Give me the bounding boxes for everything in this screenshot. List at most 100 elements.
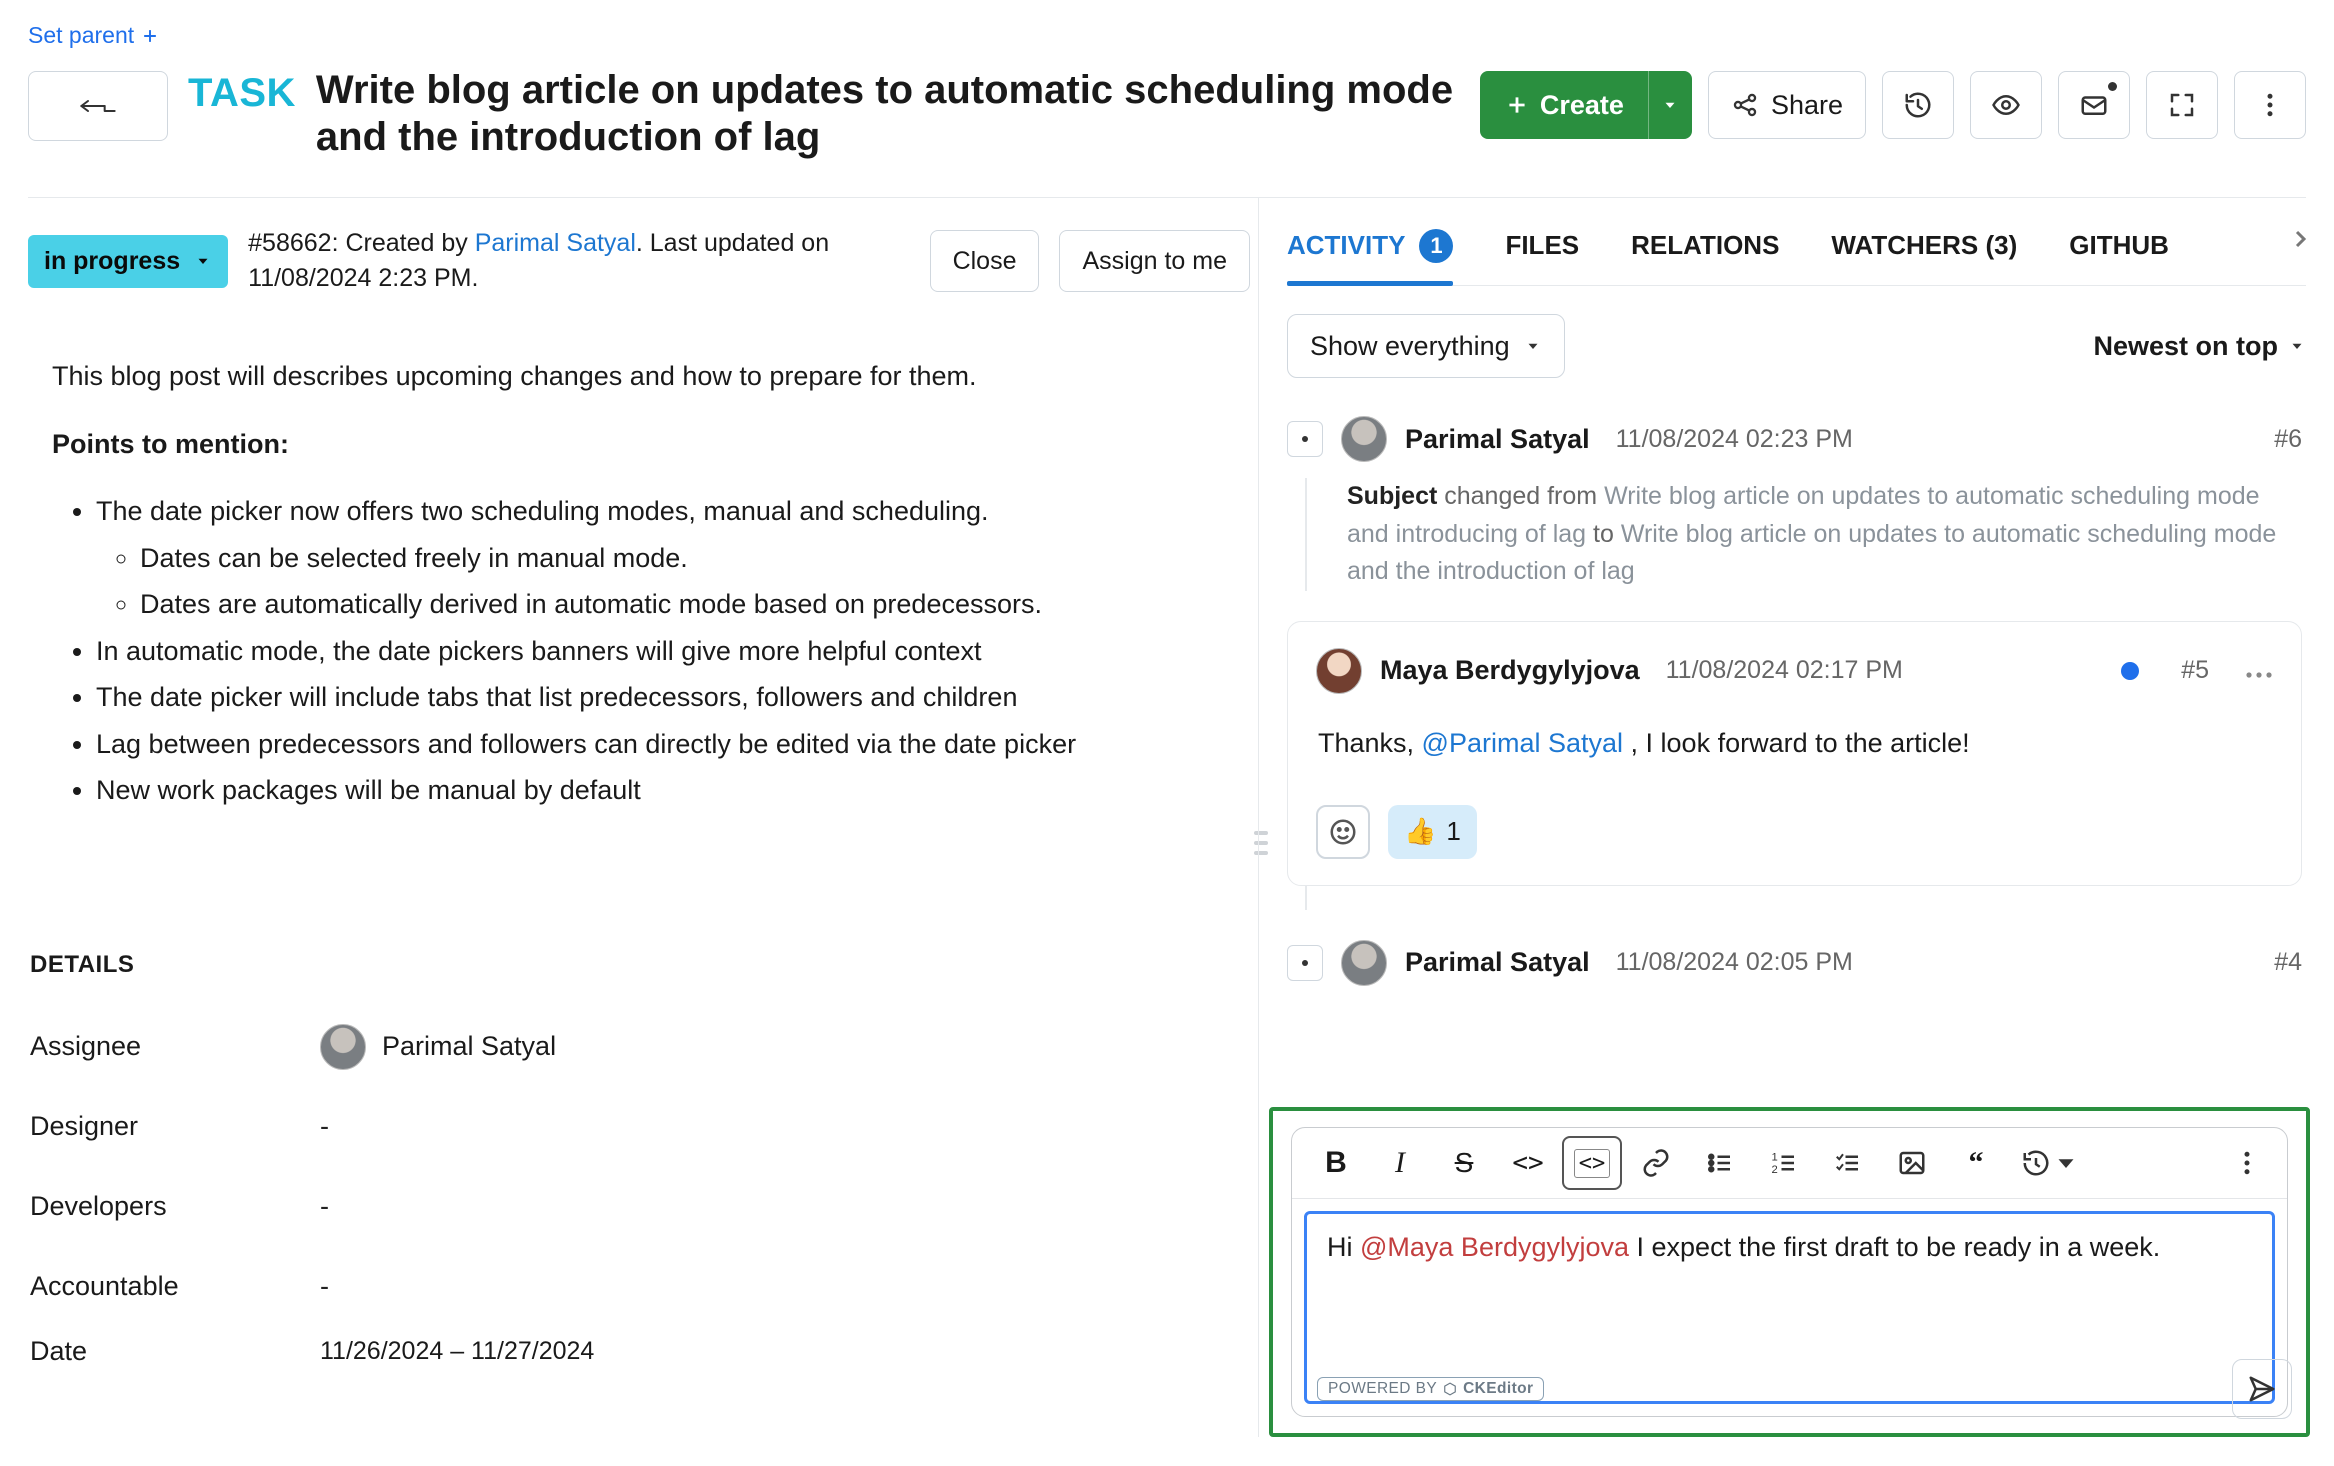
chevron-down-icon [194, 252, 212, 270]
share-label: Share [1771, 90, 1843, 121]
send-button[interactable] [2232, 1359, 2292, 1419]
quote-button[interactable]: “ [1948, 1138, 2004, 1188]
task-type-label: TASK [188, 71, 296, 116]
send-icon [2247, 1374, 2277, 1404]
designer-value[interactable]: - [320, 1111, 329, 1142]
share-button[interactable]: Share [1708, 71, 1866, 139]
activity-num[interactable]: #4 [2274, 948, 2302, 977]
create-button[interactable]: Create [1480, 71, 1692, 139]
link-button[interactable] [1628, 1138, 1684, 1188]
status-dropdown[interactable]: in progress [28, 235, 228, 288]
bold-button[interactable]: B [1308, 1138, 1364, 1188]
activity-sort-label: Newest on top [2093, 331, 2278, 362]
meta-id-created: #58662: Created by [248, 229, 475, 257]
activity-author[interactable]: Parimal Satyal [1405, 947, 1590, 978]
bullet: Dates can be selected freely in manual m… [140, 538, 1234, 579]
unread-dot-icon [2108, 82, 2117, 91]
history-dropdown-button[interactable] [2012, 1138, 2090, 1188]
accountable-label: Accountable [30, 1271, 320, 1302]
developers-value[interactable]: - [320, 1191, 329, 1222]
comment-more-button[interactable] [2245, 655, 2273, 687]
history-button[interactable] [1882, 71, 1954, 139]
set-parent-link[interactable]: Set parent [28, 0, 2306, 57]
activity-num[interactable]: #6 [2274, 425, 2302, 454]
bullet: The date picker now offers two schedulin… [96, 491, 1234, 532]
developers-label: Developers [30, 1191, 320, 1222]
change-icon [1287, 421, 1323, 457]
tab-github[interactable]: GITHUB [2069, 206, 2169, 285]
date-value[interactable]: 11/26/2024 – 11/27/2024 [320, 1337, 594, 1366]
mention[interactable]: @Maya Berdygylyjova [1360, 1232, 1629, 1262]
list-bullet-icon [1705, 1148, 1735, 1178]
bullet-list-button[interactable] [1692, 1138, 1748, 1188]
comment-input[interactable]: Hi @Maya Berdygylyjova I expect the firs… [1304, 1211, 2275, 1404]
tabs-scroll-right[interactable] [2288, 227, 2312, 257]
list-task-icon [1833, 1148, 1863, 1178]
activity-filter-label: Show everything [1310, 331, 1510, 362]
back-button[interactable] [28, 71, 168, 141]
close-button[interactable]: Close [930, 230, 1040, 292]
assignee-name: Parimal Satyal [382, 1031, 556, 1062]
share-icon [1731, 91, 1759, 119]
watch-button[interactable] [1970, 71, 2042, 139]
activity-ts: 11/08/2024 02:23 PM [1616, 425, 1853, 454]
toolbar-more-button[interactable] [2219, 1138, 2275, 1188]
tab-files[interactable]: FILES [1505, 206, 1579, 285]
chevron-right-icon [2288, 227, 2312, 251]
kebab-icon [2232, 1148, 2262, 1178]
activity-sort-dropdown[interactable]: Newest on top [2093, 331, 2306, 362]
comment-card: Maya Berdygylyjova 11/08/2024 02:17 PM #… [1287, 621, 2302, 886]
activity-badge: 1 [1419, 229, 1453, 263]
tab-activity[interactable]: ACTIVITY 1 [1287, 206, 1453, 285]
create-label: Create [1540, 90, 1624, 121]
avatar [1341, 416, 1387, 462]
more-button[interactable] [2234, 71, 2306, 139]
add-reaction-button[interactable] [1316, 805, 1370, 859]
assign-to-me-button[interactable]: Assign to me [1059, 230, 1250, 292]
avatar [320, 1024, 366, 1070]
date-label: Date [30, 1336, 320, 1367]
ordered-list-button[interactable]: 12 [1756, 1138, 1812, 1188]
powered-by-label: POWERED BY [1328, 1380, 1437, 1398]
smile-icon [1328, 817, 1358, 847]
back-arrow-icon [78, 92, 118, 120]
list-ordered-icon: 12 [1769, 1148, 1799, 1178]
assignee-label: Assignee [30, 1031, 320, 1062]
mention[interactable]: @Parimal Satyal [1422, 728, 1623, 758]
history-icon [1903, 90, 1933, 120]
description[interactable]: This blog post will describes upcoming c… [28, 296, 1250, 811]
thumbs-up-icon: 👍 [1404, 816, 1436, 847]
image-icon [1897, 1148, 1927, 1178]
mark-read-button[interactable] [2058, 71, 2130, 139]
tab-watchers[interactable]: WATCHERS (3) [1831, 206, 2017, 285]
accountable-value[interactable]: - [320, 1271, 329, 1302]
task-title[interactable]: Write blog article on updates to automat… [316, 67, 1460, 161]
ckeditor-logo-icon [1443, 1382, 1457, 1396]
reaction-chip[interactable]: 👍 1 [1388, 805, 1477, 859]
activity-ts: 11/08/2024 02:17 PM [1666, 656, 1903, 685]
create-caret[interactable] [1648, 71, 1692, 139]
activity-author[interactable]: Parimal Satyal [1405, 424, 1590, 455]
task-list-button[interactable] [1820, 1138, 1876, 1188]
activity-author[interactable]: Maya Berdygylyjova [1380, 655, 1640, 686]
image-button[interactable] [1884, 1138, 1940, 1188]
kebab-icon [2255, 90, 2285, 120]
designer-label: Designer [30, 1111, 320, 1142]
bullet: Dates are automatically derived in autom… [140, 584, 1234, 625]
fullscreen-button[interactable] [2146, 71, 2218, 139]
italic-button[interactable]: I [1372, 1138, 1428, 1188]
reaction-count: 1 [1446, 816, 1460, 847]
eye-icon [1991, 90, 2021, 120]
codeblock-button[interactable]: <> [1564, 1138, 1620, 1188]
code-button[interactable]: <> [1500, 1138, 1556, 1188]
powered-by-brand: CKEditor [1463, 1380, 1533, 1398]
assignee-value[interactable]: Parimal Satyal [320, 1024, 556, 1070]
status-value: in progress [44, 247, 180, 276]
activity-filter-dropdown[interactable]: Show everything [1287, 314, 1565, 378]
envelope-icon [2079, 90, 2109, 120]
editor-toolbar: B I S <> <> 12 [1292, 1128, 2287, 1199]
activity-num[interactable]: #5 [2181, 656, 2209, 685]
creator-link[interactable]: Parimal Satyal [475, 229, 636, 257]
strike-button[interactable]: S [1436, 1138, 1492, 1188]
tab-relations[interactable]: RELATIONS [1631, 206, 1779, 285]
